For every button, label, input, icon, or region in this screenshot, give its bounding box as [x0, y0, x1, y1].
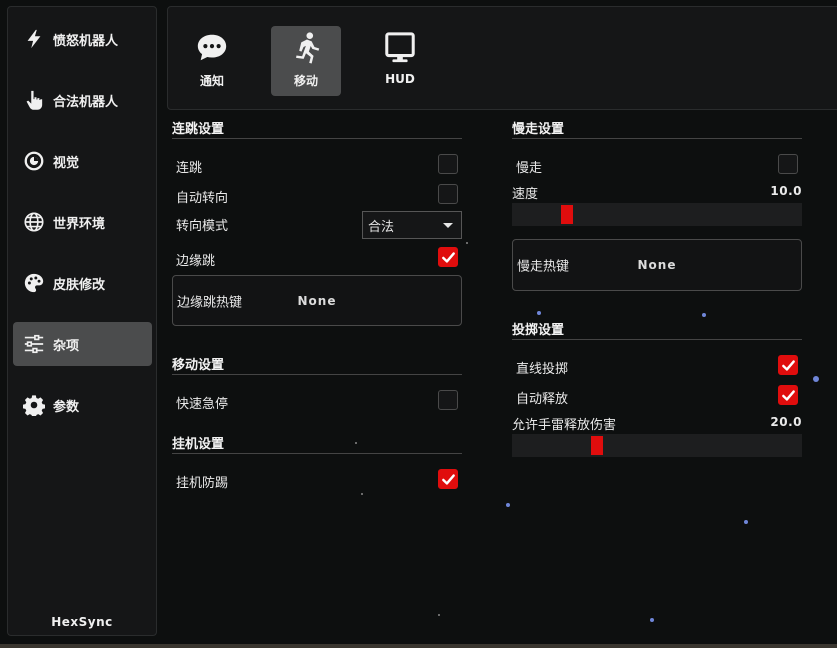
- section-title-movement: 移动设置: [172, 358, 225, 373]
- edge-jump-hotkey-value: None: [297, 293, 337, 308]
- section-divider: [172, 138, 462, 139]
- section-title-afk: 挂机设置: [172, 437, 225, 452]
- bottom-strip: [0, 644, 837, 648]
- bhop-label: 连跳: [176, 161, 203, 176]
- palette-icon: [21, 270, 47, 296]
- sidebar-item-label: 愤怒机器人: [53, 33, 119, 49]
- slowwalk-hotkey-label: 慢走热键: [517, 259, 570, 275]
- slider-handle[interactable]: [591, 436, 603, 455]
- slowwalk-hotkey[interactable]: 慢走热键 None: [512, 239, 802, 291]
- brand-name: HexSync: [51, 615, 113, 629]
- strafe-mode-select[interactable]: 合法: [362, 211, 462, 239]
- bhop-checkbox[interactable]: [438, 154, 458, 174]
- checkmark-icon: [782, 390, 795, 401]
- section-divider: [512, 339, 802, 340]
- strafe-mode-value: 合法: [368, 219, 395, 235]
- section-title-throw: 投掷设置: [512, 323, 565, 338]
- section-title-jump: 连跳设置: [172, 122, 225, 137]
- eye-icon: [21, 148, 47, 174]
- tab-label: 通知: [199, 74, 224, 88]
- sidebar-item-skins[interactable]: 皮肤修改: [13, 261, 152, 305]
- quick-stop-label: 快速急停: [176, 397, 229, 412]
- globe-icon: [21, 209, 47, 235]
- anti-afk-label: 挂机防踢: [176, 476, 229, 491]
- category-tabs: 通知 移动 HUD: [167, 6, 837, 110]
- sidebar-item-legit-bot[interactable]: 合法机器人: [13, 78, 152, 122]
- straight-throw-label: 直线投掷: [516, 362, 569, 377]
- speed-label: 速度: [512, 187, 539, 202]
- checkmark-icon: [442, 252, 455, 263]
- edge-jump-checkbox[interactable]: [438, 247, 458, 267]
- slowwalk-label: 慢走: [516, 161, 543, 176]
- pointing-hand-icon: [21, 87, 47, 113]
- slider-handle[interactable]: [561, 205, 573, 224]
- sidebar-item-label: 合法机器人: [53, 94, 119, 110]
- edge-jump-hotkey[interactable]: 边缘跳热键 None: [172, 275, 462, 326]
- auto-strafe-label: 自动转向: [176, 191, 229, 206]
- straight-throw-checkbox[interactable]: [778, 355, 798, 375]
- sidebar: 愤怒机器人 合法机器人 视觉 世界环境 皮肤修改 杂项 参数 HexSync: [7, 6, 157, 636]
- checkmark-icon: [782, 360, 795, 371]
- auto-release-label: 自动释放: [516, 392, 569, 407]
- sidebar-item-config[interactable]: 参数: [13, 383, 152, 427]
- lightning-icon: [21, 26, 47, 52]
- gear-icon: [21, 392, 47, 418]
- sliders-icon: [21, 331, 47, 357]
- sidebar-item-visuals[interactable]: 视觉: [13, 139, 152, 183]
- tab-hud[interactable]: HUD: [365, 26, 435, 96]
- checkmark-icon: [442, 474, 455, 485]
- section-divider: [512, 138, 802, 139]
- section-divider: [172, 453, 462, 454]
- grenade-damage-slider[interactable]: [512, 434, 802, 457]
- running-person-icon: [288, 30, 324, 66]
- speed-slider[interactable]: [512, 203, 802, 226]
- sidebar-item-misc[interactable]: 杂项: [13, 322, 152, 366]
- anti-afk-checkbox[interactable]: [438, 469, 458, 489]
- sidebar-item-world[interactable]: 世界环境: [13, 200, 152, 244]
- slowwalk-checkbox[interactable]: [778, 154, 798, 174]
- edge-jump-hotkey-label: 边缘跳热键: [177, 295, 243, 310]
- tab-movement[interactable]: 移动: [271, 26, 341, 96]
- tab-label: HUD: [385, 72, 415, 86]
- sidebar-item-label: 参数: [53, 399, 80, 415]
- sidebar-item-label: 世界环境: [53, 216, 106, 232]
- quick-stop-checkbox[interactable]: [438, 390, 458, 410]
- tab-notifications[interactable]: 通知: [177, 26, 247, 96]
- sidebar-item-label: 皮肤修改: [53, 277, 106, 293]
- sidebar-item-rage-bot[interactable]: 愤怒机器人: [13, 17, 152, 61]
- monitor-icon: [382, 30, 418, 66]
- chevron-down-icon: [443, 223, 453, 228]
- sidebar-item-label: 杂项: [53, 338, 80, 354]
- section-divider: [172, 374, 462, 375]
- grenade-damage-value: 20.0: [770, 415, 802, 429]
- grenade-damage-label: 允许手雷释放伤害: [512, 418, 617, 433]
- auto-strafe-checkbox[interactable]: [438, 184, 458, 204]
- strafe-mode-label: 转向模式: [176, 219, 229, 234]
- chat-bubble-icon: [194, 30, 230, 66]
- sidebar-item-label: 视觉: [53, 155, 80, 171]
- section-title-slowwalk: 慢走设置: [512, 122, 565, 137]
- slowwalk-hotkey-value: None: [637, 258, 677, 272]
- edge-jump-label: 边缘跳: [176, 254, 216, 269]
- speed-value: 10.0: [770, 184, 802, 198]
- tab-label: 移动: [293, 74, 318, 88]
- auto-release-checkbox[interactable]: [778, 385, 798, 405]
